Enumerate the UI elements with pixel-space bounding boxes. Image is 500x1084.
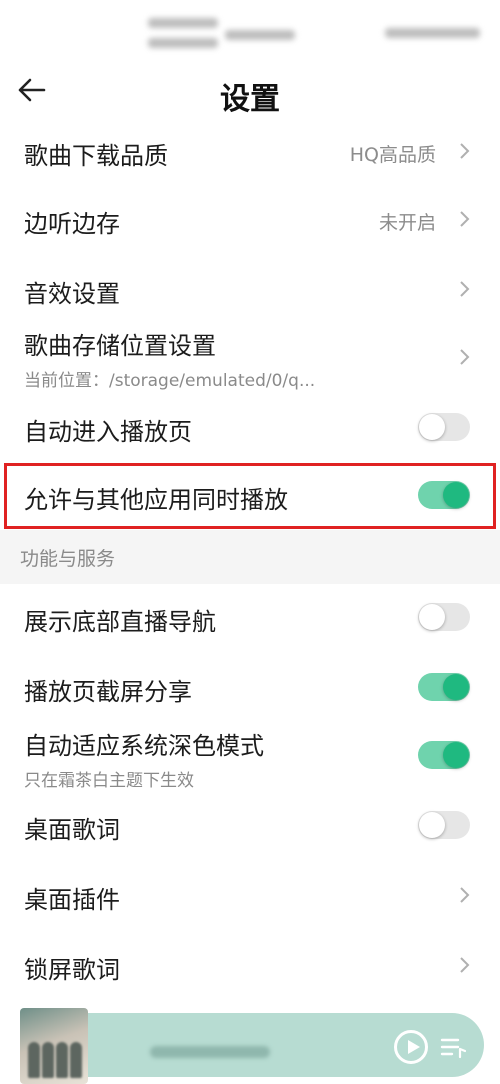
- status-blur: [148, 18, 218, 28]
- chevron-right-icon: [460, 143, 470, 159]
- setting-storage-location[interactable]: 歌曲存储位置设置 当前位置：/storage/emulated/0/q...: [0, 322, 500, 394]
- setting-auto-play-page: 自动进入播放页: [0, 402, 500, 452]
- setting-dark-mode: 自动适应系统深色模式 只在霜茶白主题下生效: [0, 722, 500, 794]
- playlist-icon[interactable]: [440, 1035, 466, 1059]
- chevron-right-icon: [460, 887, 470, 903]
- chevron-right-icon: [460, 281, 470, 297]
- setting-label: 自动适应系统深色模式: [24, 732, 264, 760]
- toggle-knob: [419, 604, 445, 630]
- setting-download-quality[interactable]: 歌曲下载品质 HQ高品质: [0, 126, 500, 176]
- setting-label: 展示底部直播导航: [24, 608, 216, 636]
- player-bar[interactable]: [50, 1013, 484, 1077]
- desktop-lyrics-toggle[interactable]: [418, 811, 470, 839]
- cover-figure: [28, 1042, 40, 1078]
- setting-desktop-widget[interactable]: 桌面插件: [0, 870, 500, 920]
- mini-player[interactable]: [20, 1008, 484, 1084]
- setting-value: HQ高品质: [349, 144, 436, 166]
- setting-value: 未开启: [378, 212, 436, 234]
- toggle-knob: [419, 812, 445, 838]
- setting-label: 锁屏歌词: [24, 956, 120, 984]
- live-nav-toggle[interactable]: [418, 603, 470, 631]
- status-blur: [385, 28, 480, 38]
- highlight-box: [4, 463, 496, 529]
- setting-lockscreen-lyrics[interactable]: 锁屏歌词: [0, 940, 500, 990]
- setting-label: 播放页截屏分享: [24, 678, 192, 706]
- setting-label: 音效设置: [24, 280, 120, 308]
- setting-label: 自动进入播放页: [24, 418, 192, 446]
- play-icon[interactable]: [394, 1030, 428, 1064]
- setting-label: 桌面歌词: [24, 816, 120, 844]
- screenshot-share-toggle[interactable]: [418, 673, 470, 701]
- setting-sub: 当前位置：/storage/emulated/0/q...: [24, 371, 316, 391]
- section-title: 功能与服务: [20, 548, 116, 570]
- section-header: 功能与服务: [0, 530, 500, 584]
- header: 设置: [0, 60, 500, 126]
- toggle-knob: [443, 674, 469, 700]
- toggle-knob: [443, 742, 469, 768]
- setting-label: 歌曲下载品质: [24, 142, 168, 170]
- setting-sub: 只在霜茶白主题下生效: [24, 771, 194, 791]
- setting-label: 桌面插件: [24, 886, 120, 914]
- song-title-blur: [150, 1046, 270, 1058]
- setting-live-nav: 展示底部直播导航: [0, 592, 500, 642]
- setting-label: 歌曲存储位置设置: [24, 332, 216, 360]
- toggle-knob: [419, 414, 445, 440]
- setting-label: 边听边存: [24, 210, 120, 238]
- chevron-right-icon: [460, 211, 470, 227]
- chevron-right-icon: [460, 349, 470, 365]
- setting-screenshot-share: 播放页截屏分享: [0, 662, 500, 712]
- setting-desktop-lyrics: 桌面歌词: [0, 800, 500, 850]
- chevron-right-icon: [460, 957, 470, 973]
- cover-figure: [42, 1042, 54, 1078]
- album-cover[interactable]: [20, 1008, 88, 1084]
- auto-play-page-toggle[interactable]: [418, 413, 470, 441]
- page-title: 设置: [220, 82, 280, 117]
- setting-listen-save[interactable]: 边听边存 未开启: [0, 194, 500, 244]
- dark-mode-toggle[interactable]: [418, 741, 470, 769]
- cover-figure: [56, 1042, 68, 1078]
- status-blur: [148, 38, 218, 48]
- status-blur: [225, 30, 295, 40]
- setting-sound-effects[interactable]: 音效设置: [0, 264, 500, 314]
- cover-figure: [70, 1042, 82, 1078]
